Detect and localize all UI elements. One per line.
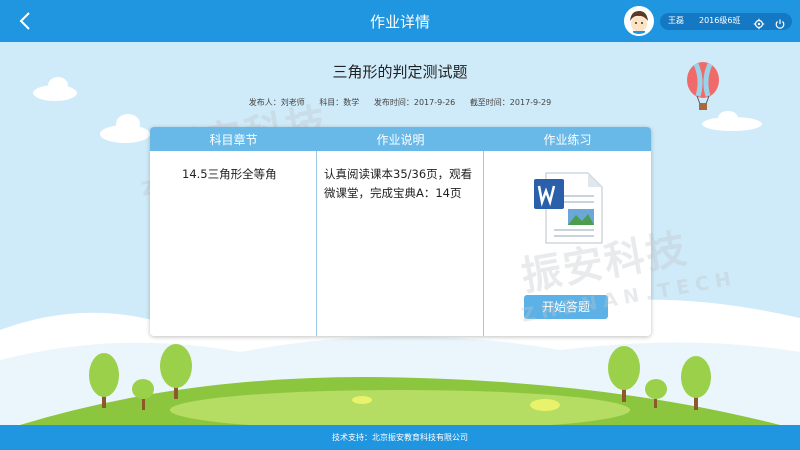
- column-divider: [483, 151, 484, 336]
- deadline: 截至时间：2017-9-29: [469, 98, 552, 107]
- settings-button[interactable]: [753, 15, 765, 30]
- table-header-row: 科目章节 作业说明 作业练习: [150, 127, 651, 151]
- power-icon: [775, 19, 785, 29]
- attachment-file[interactable]: [532, 169, 604, 247]
- column-divider: [316, 151, 317, 336]
- homework-meta: 发布人：刘老师 科目：数学 发布时间：2017-9-26 截至时间：2017-9…: [0, 97, 800, 108]
- logout-button[interactable]: [774, 15, 786, 29]
- column-header-description: 作业说明: [376, 133, 425, 147]
- user-name: 王磊: [668, 16, 684, 25]
- description-line-2: 微课堂，完成宝典A：14页: [324, 186, 462, 200]
- footer: 技术支持：北京振安教育科技有限公司: [0, 425, 800, 450]
- user-info: 王磊 2016级6班: [660, 13, 792, 30]
- publisher: 发布人：刘老师: [248, 98, 305, 107]
- start-answer-button[interactable]: 开始答题: [524, 295, 608, 319]
- description-line-1: 认真阅读课本35/36页，观看: [324, 167, 473, 181]
- user-avatar-icon: [626, 8, 652, 34]
- homework-table: 科目章节 作业说明 作业练习 14.5三角形全等角 认真阅读课本35/36页，观…: [150, 127, 651, 336]
- homework-title: 三角形的判定测试题: [332, 63, 468, 81]
- footer-text: 技术支持：北京振安教育科技有限公司: [332, 433, 468, 442]
- user-class: 2016级6班: [699, 16, 741, 25]
- subject: 科目：数学: [319, 98, 360, 107]
- chapter-cell: 14.5三角形全等角: [182, 167, 277, 181]
- top-bar: 作业详情 王磊 2016级6班: [0, 0, 800, 42]
- column-header-chapter: 科目章节: [209, 133, 258, 147]
- gear-icon: [753, 18, 765, 30]
- avatar[interactable]: [624, 6, 654, 36]
- publish-time: 发布时间：2017-9-26: [373, 98, 456, 107]
- word-document-icon: [534, 172, 603, 244]
- column-header-exercise: 作业练习: [543, 133, 592, 147]
